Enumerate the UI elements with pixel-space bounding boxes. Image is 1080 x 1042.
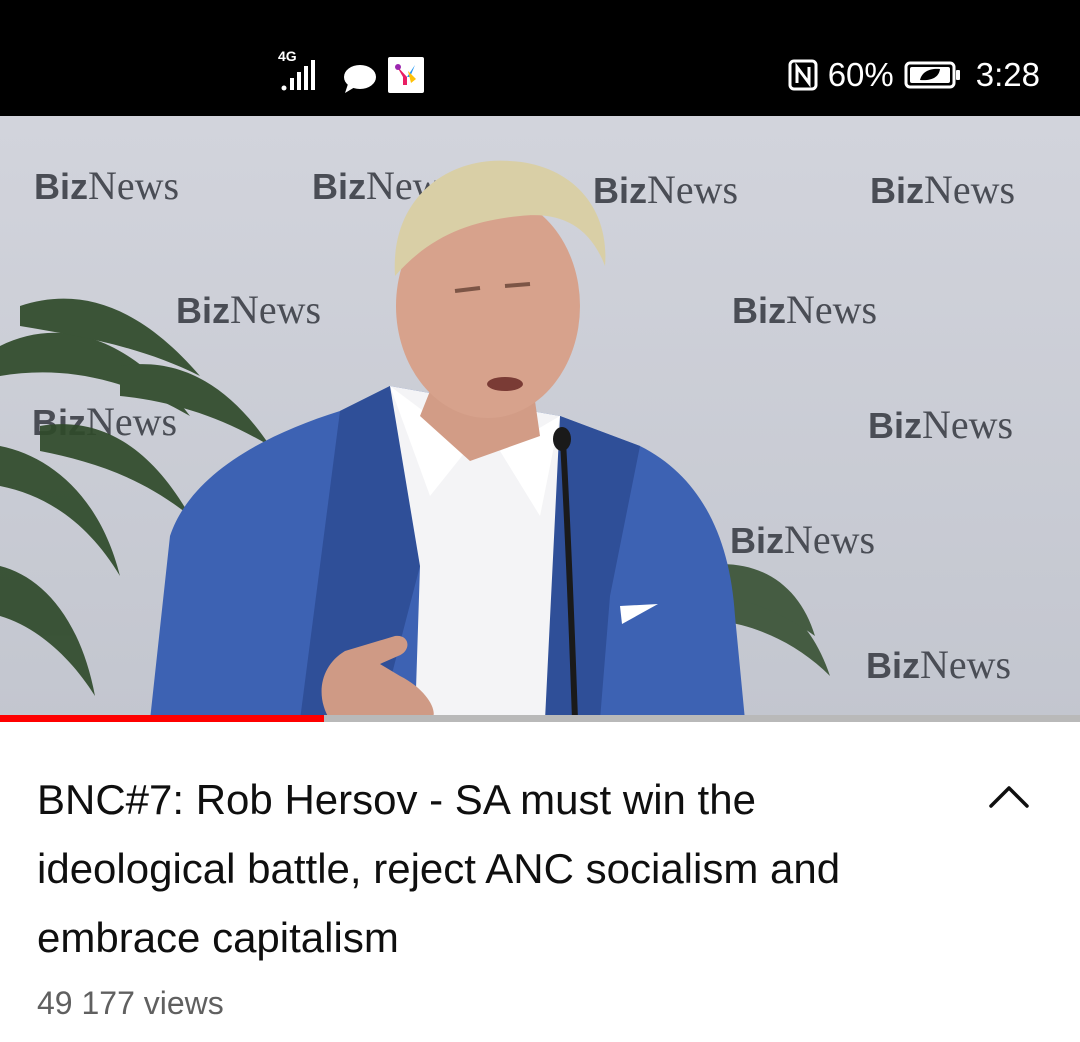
battery-percent: 60% [827, 56, 894, 93]
clock: 3:28 [975, 56, 1040, 93]
status-bar: 4G 60% 3:28 [0, 0, 1080, 116]
video-title: BNC#7: Rob Hersov - SA must win the ideo… [37, 776, 841, 961]
status-bar-right: 60% 3:28 [788, 56, 1040, 94]
view-count: 49 177 views [37, 985, 224, 1021]
nfc-icon [788, 59, 818, 91]
chat-bubble-icon [344, 65, 376, 93]
signal-icon [281, 60, 315, 91]
collapse-description-button[interactable] [985, 776, 1033, 816]
video-progress-bar[interactable] [0, 715, 1080, 722]
speaker-scene [0, 160, 830, 720]
battery-saver-icon [904, 61, 960, 89]
video-player[interactable]: BizNews BizNews BizNews BizNews BizNews … [0, 116, 1080, 720]
app-notification-icon [388, 57, 424, 93]
video-progress-played [0, 715, 324, 722]
chevron-up-icon [989, 786, 1029, 808]
status-bar-left: 4G [278, 48, 438, 96]
